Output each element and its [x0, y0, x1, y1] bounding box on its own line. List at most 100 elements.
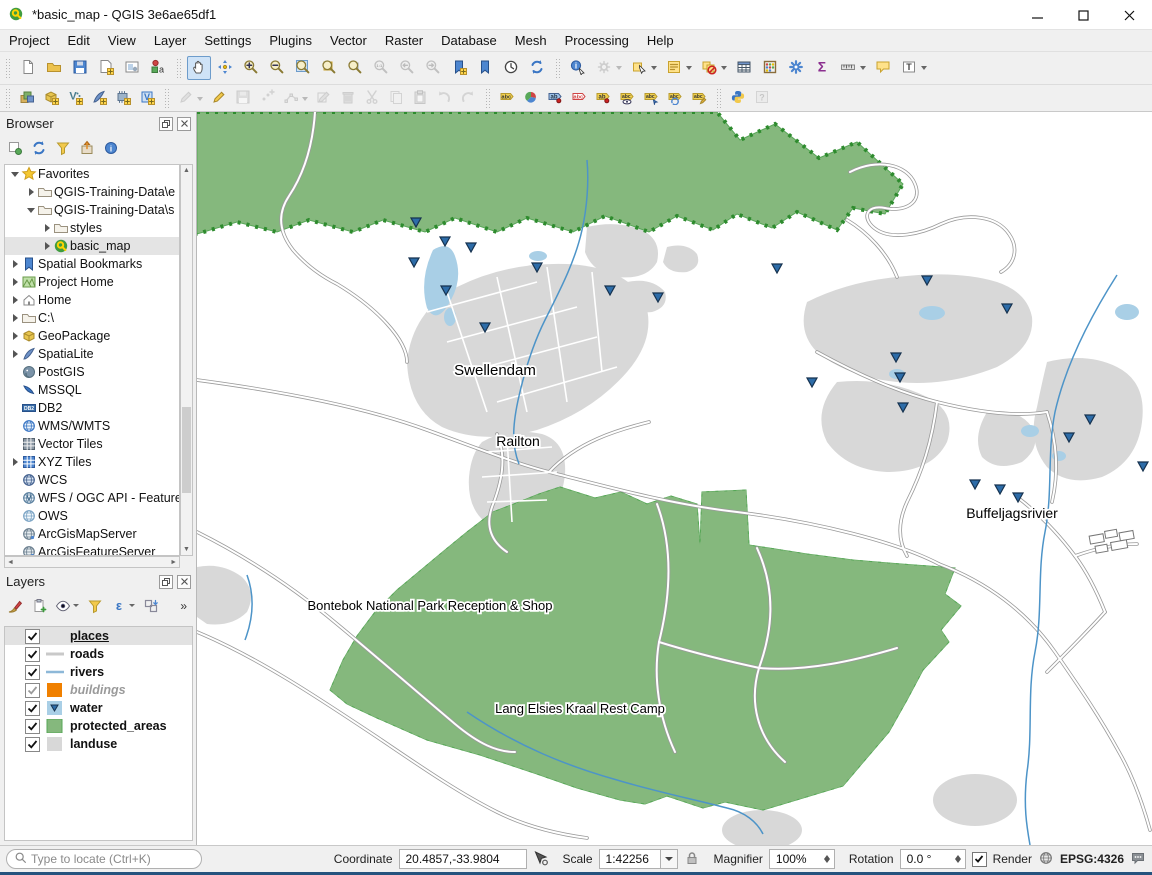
menu-vector[interactable]: Vector [321, 31, 376, 50]
layer-item-protected_areas[interactable]: protected_areas [5, 717, 192, 735]
layer-item-roads[interactable]: roads [5, 645, 192, 663]
layer-labeling-options-button[interactable]: abc [496, 87, 518, 109]
save-layer-edits-button[interactable] [232, 87, 254, 109]
browser-item-ows[interactable]: OWS [5, 507, 179, 525]
dropdown-arrow-icon[interactable] [721, 66, 727, 70]
new-spatial-bookmark-button[interactable] [447, 56, 471, 80]
expander-closed-icon[interactable] [9, 458, 21, 466]
layer-visibility-checkbox[interactable] [25, 683, 40, 698]
menu-edit[interactable]: Edit [58, 31, 98, 50]
modify-attributes-button[interactable] [313, 87, 335, 109]
browser-item-basic-map[interactable]: basic_map [5, 237, 179, 255]
zoom-in-button[interactable] [239, 56, 263, 80]
zoom-to-selection-button[interactable] [317, 56, 341, 80]
expander-closed-icon[interactable] [9, 278, 21, 286]
scale-combobox[interactable]: 1:42256 [599, 849, 678, 869]
pin-unpin-labels-button[interactable]: ab [544, 87, 566, 109]
browser-item-spatial-bookmarks[interactable]: Spatial Bookmarks [5, 255, 179, 273]
dropdown-arrow-icon[interactable] [686, 66, 692, 70]
new-shapefile-layer-button[interactable]: V [64, 87, 86, 109]
show-layout-manager-button[interactable] [120, 56, 144, 80]
expander-open-icon[interactable] [9, 172, 21, 177]
open-data-source-manager-button[interactable] [16, 87, 38, 109]
magnifier-spinbox[interactable]: 100% [769, 849, 835, 869]
browser-item-qgis-training-data-s[interactable]: QGIS-Training-Data\s [5, 201, 179, 219]
style-manager-button[interactable]: a [146, 56, 170, 80]
browser-item-mssql[interactable]: MSSQL [5, 381, 179, 399]
toolbar-handle[interactable] [485, 88, 492, 108]
vertex-tool-button[interactable] [280, 87, 302, 109]
pan-to-selection-button[interactable] [213, 56, 237, 80]
current-edits-button[interactable] [175, 87, 197, 109]
layer-visibility-checkbox[interactable] [25, 701, 40, 716]
menu-layer[interactable]: Layer [145, 31, 196, 50]
highlight-pinned-labels-button[interactable]: abc [568, 87, 590, 109]
refresh-browser-button[interactable] [28, 137, 50, 159]
refresh-map-button[interactable] [525, 56, 549, 80]
scale-dropdown-arrow[interactable] [661, 849, 678, 869]
extents-toggle-icon[interactable] [533, 850, 549, 869]
text-annotation-button[interactable]: T [897, 56, 921, 80]
expander-closed-icon[interactable] [41, 242, 53, 250]
zoom-out-button[interactable] [265, 56, 289, 80]
toolbar-handle[interactable] [716, 88, 723, 108]
browser-item-postgis[interactable]: PostGIS [5, 363, 179, 381]
select-features-button[interactable] [627, 56, 651, 80]
browser-item-wfs-ogc-api-feature[interactable]: VWFS / OGC API - Feature [5, 489, 179, 507]
layer-visibility-checkbox[interactable] [25, 719, 40, 734]
zoom-to-layer-button[interactable] [343, 56, 367, 80]
add-group-button[interactable] [28, 595, 50, 617]
open-layer-styling-button[interactable] [4, 595, 26, 617]
measure-line-button[interactable] [836, 56, 860, 80]
layer-item-buildings[interactable]: buildings [5, 681, 192, 699]
dropdown-arrow-icon[interactable] [860, 66, 866, 70]
pan-map-button[interactable] [187, 56, 211, 80]
menu-help[interactable]: Help [638, 31, 683, 50]
new-print-layout-button[interactable] [94, 56, 118, 80]
open-project-button[interactable] [42, 56, 66, 80]
copy-features-button[interactable] [385, 87, 407, 109]
menu-processing[interactable]: Processing [556, 31, 638, 50]
processing-toolbox-button[interactable] [784, 56, 808, 80]
layer-visibility-checkbox[interactable] [25, 665, 40, 680]
layers-close-button[interactable] [177, 575, 191, 589]
show-spatial-bookmarks-button[interactable] [473, 56, 497, 80]
lock-scale-icon[interactable] [684, 850, 700, 869]
add-selected-layers-button[interactable] [4, 137, 26, 159]
browser-item-home[interactable]: Home [5, 291, 179, 309]
browser-item-favorites[interactable]: Favorites [5, 165, 179, 183]
rotate-label-button[interactable]: abc [664, 87, 686, 109]
coordinate-input[interactable]: 20.4857,-33.9804 [399, 849, 527, 869]
menu-project[interactable]: Project [0, 31, 58, 50]
paste-features-button[interactable] [409, 87, 431, 109]
collapse-all-button[interactable] [76, 137, 98, 159]
dropdown-arrow-icon[interactable] [616, 66, 622, 70]
toggle-editing-button[interactable] [208, 87, 230, 109]
layer-diagram-options-button[interactable] [520, 87, 542, 109]
select-features-by-value-button[interactable] [662, 56, 686, 80]
change-label-properties-button[interactable]: abc [688, 87, 710, 109]
zoom-next-button[interactable] [421, 56, 445, 80]
expander-closed-icon[interactable] [9, 332, 21, 340]
browser-item-wcs[interactable]: WCS [5, 471, 179, 489]
browser-horizontal-scrollbar[interactable]: ◄► [4, 556, 180, 568]
toolbar-handle[interactable] [5, 88, 12, 108]
rotation-spinbox[interactable]: 0.0 ° [900, 849, 966, 869]
move-label-button[interactable]: ab [592, 87, 614, 109]
expander-closed-icon[interactable] [25, 188, 37, 196]
dropdown-arrow-icon[interactable] [921, 66, 927, 70]
expander-closed-icon[interactable] [9, 314, 21, 322]
field-calculator-button[interactable] [758, 56, 782, 80]
locator-input[interactable]: Type to locate (Ctrl+K) [6, 849, 202, 869]
browser-item-c-[interactable]: C:\ [5, 309, 179, 327]
identify-features-button[interactable]: i [566, 56, 590, 80]
dropdown-arrow-icon[interactable] [651, 66, 657, 70]
undo-button[interactable] [433, 87, 455, 109]
browser-item-wms-wmts[interactable]: WMS/WMTS [5, 417, 179, 435]
layer-visibility-checkbox[interactable] [25, 737, 40, 752]
layers-float-button[interactable] [159, 575, 173, 589]
toolbar-handle[interactable] [176, 58, 183, 78]
menu-plugins[interactable]: Plugins [260, 31, 321, 50]
layer-item-water[interactable]: water [5, 699, 192, 717]
browser-close-button[interactable] [177, 117, 191, 131]
